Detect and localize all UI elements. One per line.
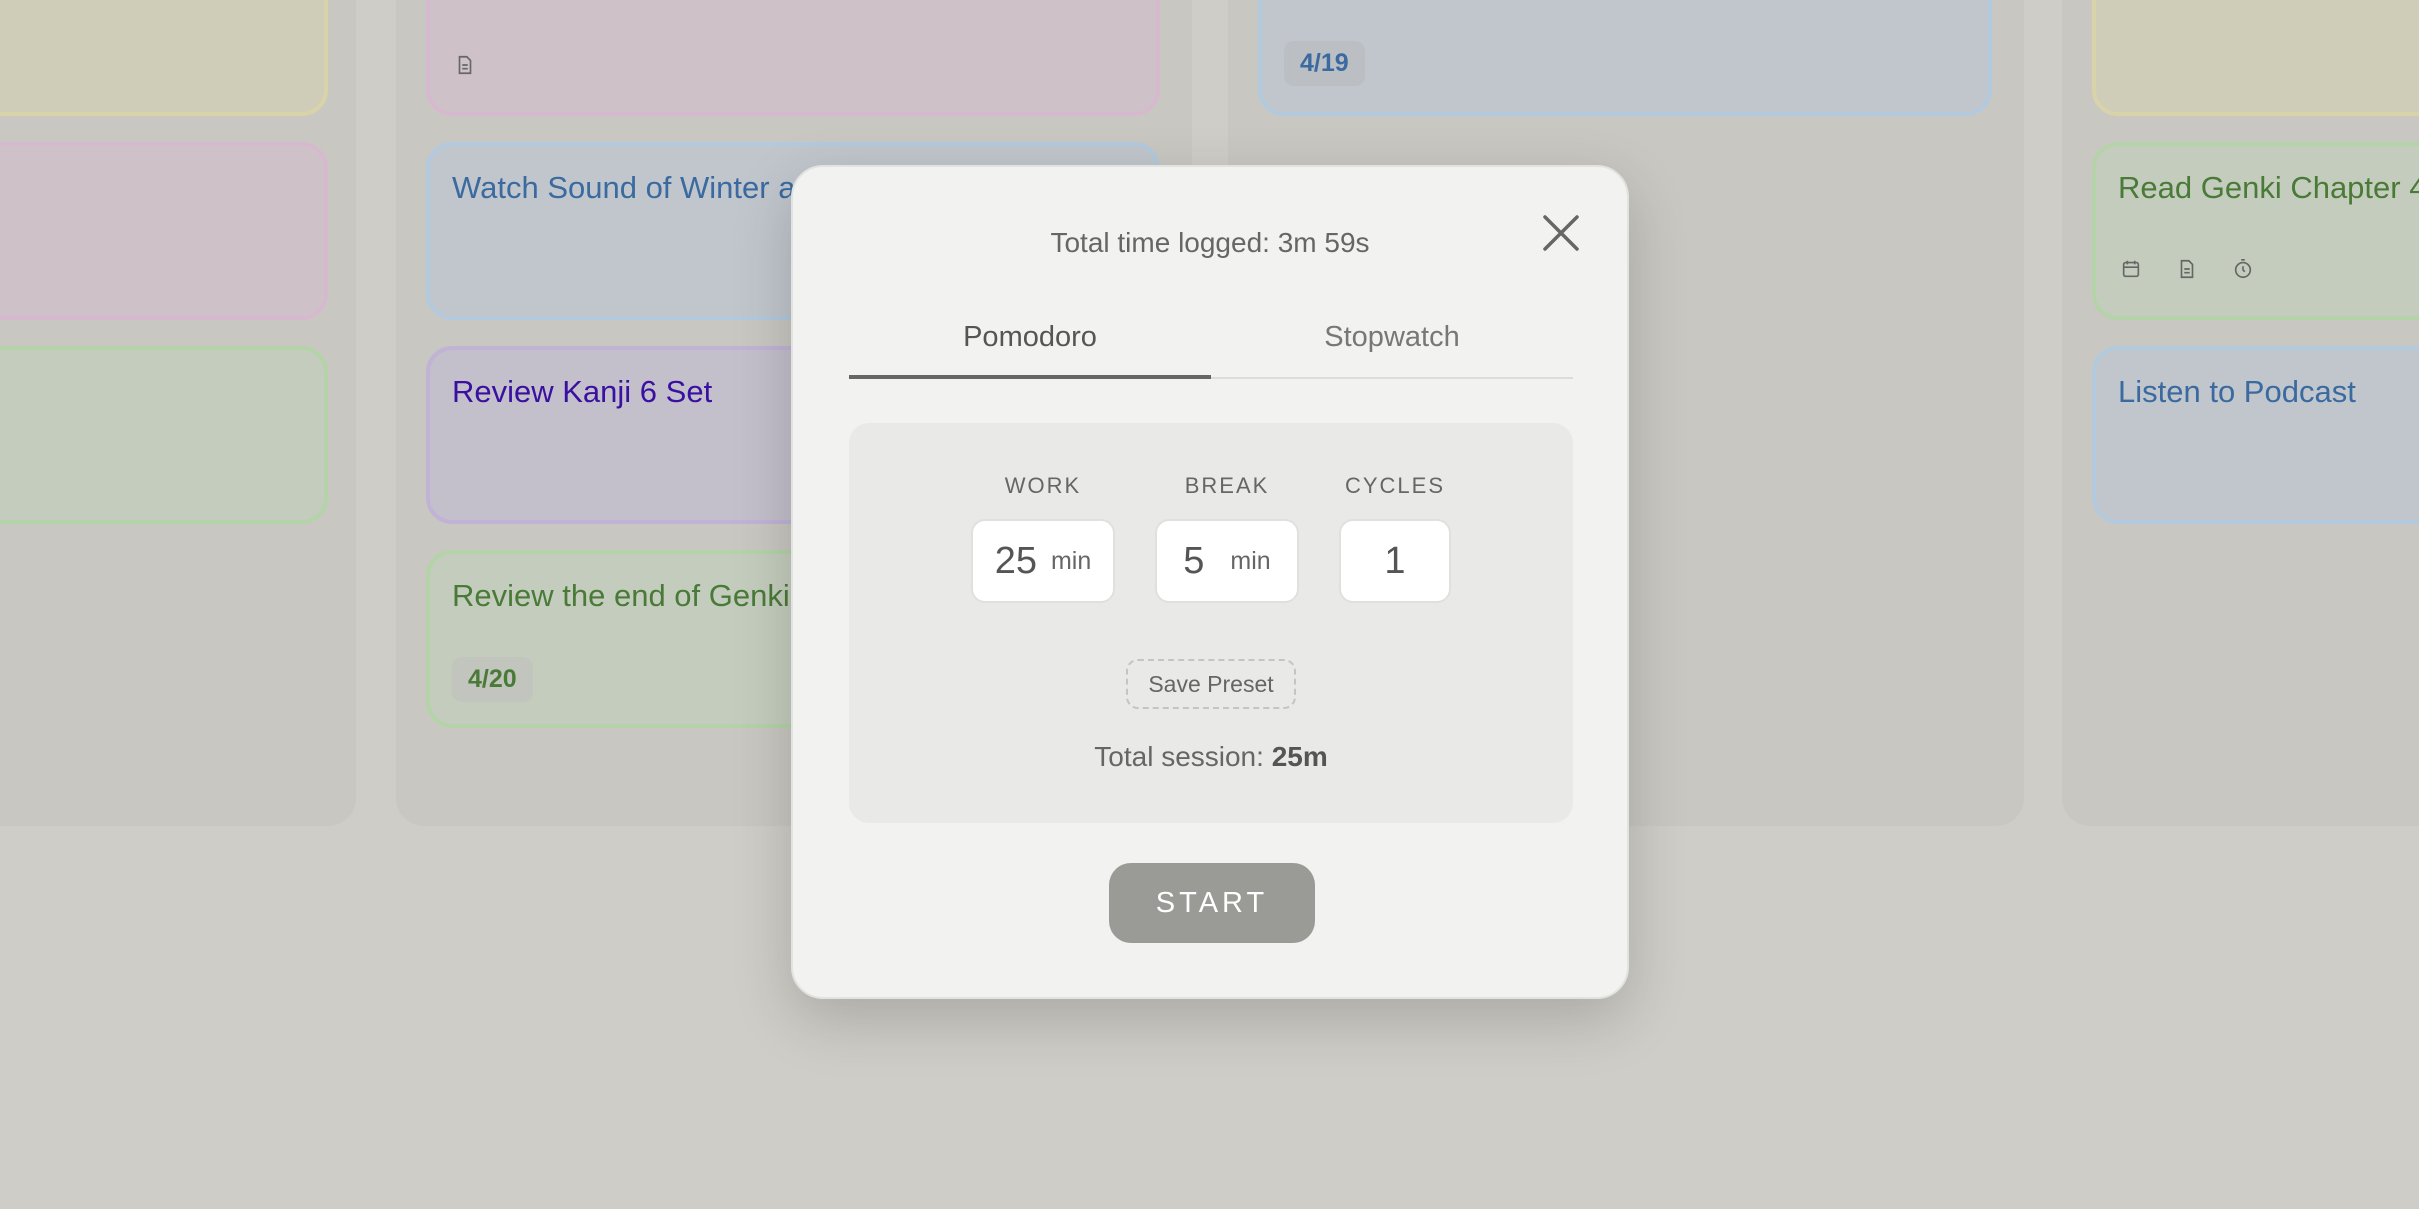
card-title: Listen to Podcast bbox=[2118, 374, 2356, 409]
card-title: Read Genki Chapter 4 bbox=[2118, 170, 2419, 205]
save-preset-button[interactable]: Save Preset bbox=[1126, 659, 1296, 709]
task-card[interactable]: Read Genki Chapter 4 bbox=[2092, 142, 2419, 320]
total-session-value: 25m bbox=[1271, 741, 1328, 772]
start-button[interactable]: START bbox=[1109, 863, 1315, 943]
task-card[interactable] bbox=[2092, 0, 2419, 116]
pomodoro-settings: WORK 25 min BREAK 5 min CYCLES 1 Save Pr… bbox=[849, 423, 1573, 823]
card-icons bbox=[2120, 258, 2254, 280]
work-value: 25 bbox=[994, 539, 1037, 582]
work-unit: min bbox=[1050, 546, 1092, 575]
work-input[interactable]: 25 min bbox=[971, 519, 1115, 603]
timer-modal: Total time logged: 3m 59s Pomodoro Stopw… bbox=[791, 165, 1629, 999]
break-field: BREAK 5 min bbox=[1155, 473, 1299, 603]
close-icon[interactable] bbox=[1539, 211, 1583, 255]
cycles-value: 1 bbox=[1384, 539, 1406, 582]
card-title: Review Kanji 6 Set bbox=[452, 374, 713, 409]
task-card[interactable] bbox=[0, 0, 328, 116]
timer-icon bbox=[2234, 259, 2252, 279]
calendar-icon bbox=[2122, 260, 2140, 278]
break-label: BREAK bbox=[1184, 473, 1270, 498]
card-icons bbox=[454, 54, 476, 76]
task-card[interactable]: 4/19 bbox=[1258, 0, 1992, 116]
break-input[interactable]: 5 min bbox=[1155, 519, 1299, 603]
timer-mode-tabs: Pomodoro Stopwatch bbox=[849, 313, 1573, 379]
cycles-field: CYCLES 1 bbox=[1339, 473, 1451, 603]
card-title: Watch Sound of Winter a bbox=[452, 170, 796, 205]
task-card[interactable] bbox=[0, 142, 328, 320]
total-session: Total session: 25m bbox=[849, 741, 1573, 773]
work-label: WORK bbox=[1004, 473, 1082, 498]
break-value: 5 bbox=[1183, 539, 1205, 582]
tab-stopwatch[interactable]: Stopwatch bbox=[1211, 313, 1573, 377]
cycles-input[interactable]: 1 bbox=[1339, 519, 1451, 603]
task-card[interactable]: Listen to Podcast bbox=[2092, 346, 2419, 524]
document-icon bbox=[2180, 259, 2194, 279]
card-title: Review the end of Genki bbox=[452, 578, 790, 613]
cycles-label: CYCLES bbox=[1344, 473, 1446, 498]
work-field: WORK 25 min bbox=[971, 473, 1115, 603]
task-card[interactable] bbox=[0, 346, 328, 524]
break-unit: min bbox=[1230, 546, 1271, 575]
tab-pomodoro[interactable]: Pomodoro bbox=[849, 313, 1211, 379]
total-session-label: Total session: bbox=[1094, 741, 1264, 772]
document-icon bbox=[458, 55, 472, 75]
date-badge: 4/20 bbox=[452, 657, 533, 702]
task-card[interactable] bbox=[426, 0, 1160, 116]
date-badge: 4/19 bbox=[1284, 41, 1365, 86]
total-time-logged: Total time logged: 3m 59s bbox=[1050, 227, 1370, 258]
